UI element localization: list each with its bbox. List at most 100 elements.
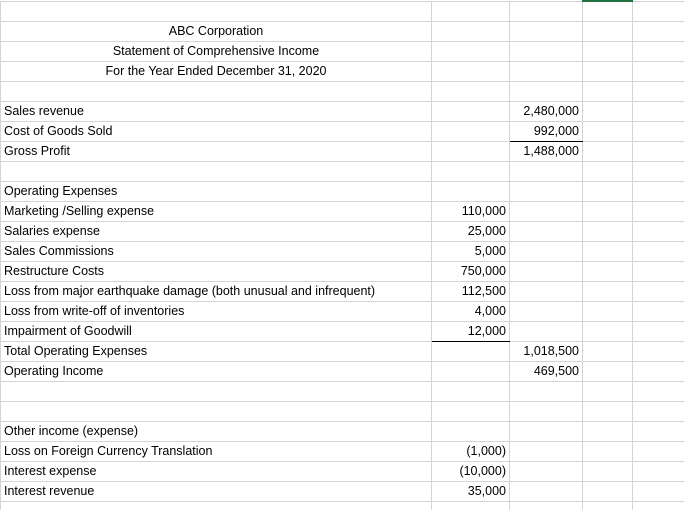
cell-d[interactable]	[582, 200, 633, 222]
cell-a[interactable]: Interest expense	[0, 460, 432, 482]
cell-c[interactable]	[509, 200, 583, 222]
cell-e[interactable]	[632, 460, 684, 482]
cell-a[interactable]: ABC Corporation	[0, 20, 432, 42]
cell-a[interactable]	[0, 500, 432, 510]
cell-d[interactable]	[582, 20, 633, 42]
cell-a[interactable]: Gross Profit	[0, 140, 432, 162]
worksheet-grid[interactable]: ABC Corporation Statement of Comprehensiv…	[0, 0, 684, 510]
cell-b[interactable]: 25,000	[431, 220, 510, 242]
cell-b[interactable]	[431, 140, 510, 162]
cell-e[interactable]	[632, 380, 684, 402]
cell-c[interactable]	[509, 380, 583, 402]
cell-e[interactable]	[632, 260, 684, 282]
cell-c[interactable]	[509, 460, 583, 482]
cell-d[interactable]	[582, 60, 633, 82]
cell-d[interactable]	[582, 180, 633, 202]
cell-d[interactable]	[582, 500, 633, 510]
cell-b[interactable]	[431, 120, 510, 142]
cell-a[interactable]: Total Operating Expenses	[0, 340, 432, 362]
cell-b[interactable]: 110,000	[431, 200, 510, 222]
cell-b[interactable]	[431, 380, 510, 402]
cell-e[interactable]	[632, 200, 684, 222]
cell-d[interactable]	[582, 220, 633, 242]
cell-c[interactable]: 1,488,000	[509, 140, 583, 162]
cell-c[interactable]	[509, 80, 583, 102]
cell-b[interactable]: 12,000	[431, 320, 510, 342]
cell-a[interactable]: Restructure Costs	[0, 260, 432, 282]
cell-b[interactable]	[431, 100, 510, 122]
cell-a[interactable]: Loss on Foreign Currency Translation	[0, 440, 432, 462]
cell-d[interactable]	[582, 160, 633, 182]
cell-e[interactable]	[632, 480, 684, 502]
cell-d[interactable]	[582, 260, 633, 282]
cell-e[interactable]	[632, 160, 684, 182]
cell-b[interactable]	[431, 160, 510, 182]
cell-d[interactable]	[582, 420, 633, 442]
cell-b[interactable]	[431, 500, 510, 510]
cell-c[interactable]	[509, 160, 583, 182]
cell-c[interactable]: 469,500	[509, 360, 583, 382]
cell-b[interactable]: 35,000	[431, 480, 510, 502]
cell-d[interactable]	[582, 400, 633, 422]
cell-a[interactable]	[0, 400, 432, 422]
cell-d[interactable]	[582, 380, 633, 402]
cell-d[interactable]	[582, 120, 633, 142]
cell-a[interactable]: Salaries expense	[0, 220, 432, 242]
cell-a[interactable]	[0, 160, 432, 182]
cell-e[interactable]	[632, 0, 684, 22]
cell-d[interactable]	[582, 440, 633, 462]
cell-b[interactable]: 750,000	[431, 260, 510, 282]
cell-b[interactable]	[431, 420, 510, 442]
cell-c[interactable]: 2,480,000	[509, 100, 583, 122]
cell-a[interactable]: Operating Expenses	[0, 180, 432, 202]
cell-e[interactable]	[632, 220, 684, 242]
cell-d[interactable]	[582, 80, 633, 102]
cell-b[interactable]: 5,000	[431, 240, 510, 262]
cell-b[interactable]: 4,000	[431, 300, 510, 322]
cell-a[interactable]: Cost of Goods Sold	[0, 120, 432, 142]
spreadsheet-canvas[interactable]: ABC Corporation Statement of Comprehensiv…	[0, 0, 684, 510]
cell-b[interactable]: (10,000)	[431, 460, 510, 482]
cell-c[interactable]	[509, 320, 583, 342]
cell-b[interactable]	[431, 40, 510, 62]
cell-b[interactable]	[431, 60, 510, 82]
cell-c[interactable]	[509, 180, 583, 202]
cell-b[interactable]: 112,500	[431, 280, 510, 302]
cell-e[interactable]	[632, 340, 684, 362]
cell-a[interactable]: Impairment of Goodwill	[0, 320, 432, 342]
cell-e[interactable]	[632, 400, 684, 422]
cell-d[interactable]	[582, 340, 633, 362]
cell-c[interactable]	[509, 480, 583, 502]
cell-c[interactable]	[509, 20, 583, 42]
cell-c[interactable]: 992,000	[509, 120, 583, 142]
cell-e[interactable]	[632, 240, 684, 262]
cell-d[interactable]	[582, 360, 633, 382]
cell-b[interactable]	[431, 400, 510, 422]
cell-b[interactable]	[431, 0, 510, 22]
cell-d[interactable]	[582, 300, 633, 322]
cell-a[interactable]: Loss from write-off of inventories	[0, 300, 432, 322]
cell-e[interactable]	[632, 80, 684, 102]
cell-c[interactable]	[509, 240, 583, 262]
cell-c[interactable]	[509, 300, 583, 322]
cell-b[interactable]: (1,000)	[431, 440, 510, 462]
cell-c[interactable]	[509, 400, 583, 422]
cell-c[interactable]	[509, 40, 583, 62]
cell-a[interactable]: Other income (expense)	[0, 420, 432, 442]
cell-b[interactable]	[431, 80, 510, 102]
cell-e[interactable]	[632, 180, 684, 202]
cell-e[interactable]	[632, 420, 684, 442]
cell-a[interactable]	[0, 380, 432, 402]
cell-a[interactable]: Sales Commissions	[0, 240, 432, 262]
cell-a[interactable]: Interest revenue	[0, 480, 432, 502]
cell-e[interactable]	[632, 100, 684, 122]
cell-c[interactable]	[509, 440, 583, 462]
cell-d[interactable]	[582, 480, 633, 502]
cell-e[interactable]	[632, 40, 684, 62]
cell-c[interactable]	[509, 500, 583, 510]
cell-a[interactable]	[0, 0, 432, 22]
cell-d[interactable]	[582, 240, 633, 262]
cell-a[interactable]	[0, 80, 432, 102]
cell-b[interactable]	[431, 20, 510, 42]
cell-a[interactable]: Statement of Comprehensive Income	[0, 40, 432, 62]
